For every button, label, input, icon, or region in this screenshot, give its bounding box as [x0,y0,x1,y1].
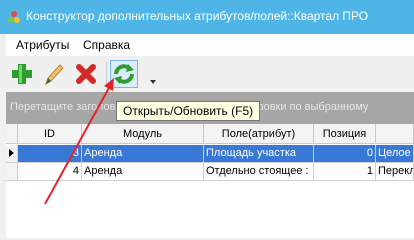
menu-item-help[interactable]: Справка [83,38,130,52]
current-row-arrow-icon [9,149,14,157]
toolbar-separator [106,62,107,86]
column-header-module[interactable]: Модуль [82,124,204,144]
refresh-button[interactable] [110,60,138,88]
refresh-icon [114,64,134,84]
menu-bar: Атрибуты Справка [6,34,414,57]
data-grid: ID Модуль Поле(атрибут) Позиция 3 Аренда… [6,124,414,238]
cell-id[interactable]: 3 [18,145,82,163]
cell-field[interactable]: Отдельно стоящее : [204,163,314,181]
delete-x-icon [76,64,96,84]
toolbar [6,56,414,93]
cell-module[interactable]: Аренда [82,145,204,163]
column-header-extra[interactable] [376,124,414,144]
table-row[interactable]: 4 Аренда Отдельно стоящее : 1 Перекл [6,163,414,181]
tooltip: Открыть/Обновить (F5) [116,101,261,121]
cell-position[interactable]: 0 [314,145,376,163]
column-header-id[interactable]: ID [18,124,82,144]
cell-position[interactable]: 1 [314,163,376,181]
app-icon [8,11,20,23]
chevron-down-icon[interactable] [150,80,156,84]
cell-id[interactable]: 4 [18,163,82,181]
cell-field[interactable]: Площадь участка [204,145,314,163]
cell-extra[interactable]: Перекл [376,163,414,181]
table-row[interactable]: 3 Аренда Площадь участка 0 Целое ч [6,145,414,163]
column-header-field[interactable]: Поле(атрибут) [204,124,314,144]
edit-button[interactable] [40,60,68,88]
row-indicator [6,145,18,163]
pencil-icon [45,64,64,86]
window-title: Конструктор дополнительных атрибутов/пол… [26,9,369,23]
title-bar[interactable]: Конструктор дополнительных атрибутов/пол… [0,0,414,34]
delete-button[interactable] [72,60,100,88]
row-indicator [6,163,18,181]
menu-item-attributes[interactable]: Атрибуты [16,38,69,52]
row-indicator-header [6,124,18,144]
add-button[interactable] [8,60,36,88]
column-header-position[interactable]: Позиция [314,124,376,144]
cell-module[interactable]: Аренда [82,163,204,181]
cell-extra[interactable]: Целое ч [376,145,414,163]
plus-icon [12,64,32,84]
